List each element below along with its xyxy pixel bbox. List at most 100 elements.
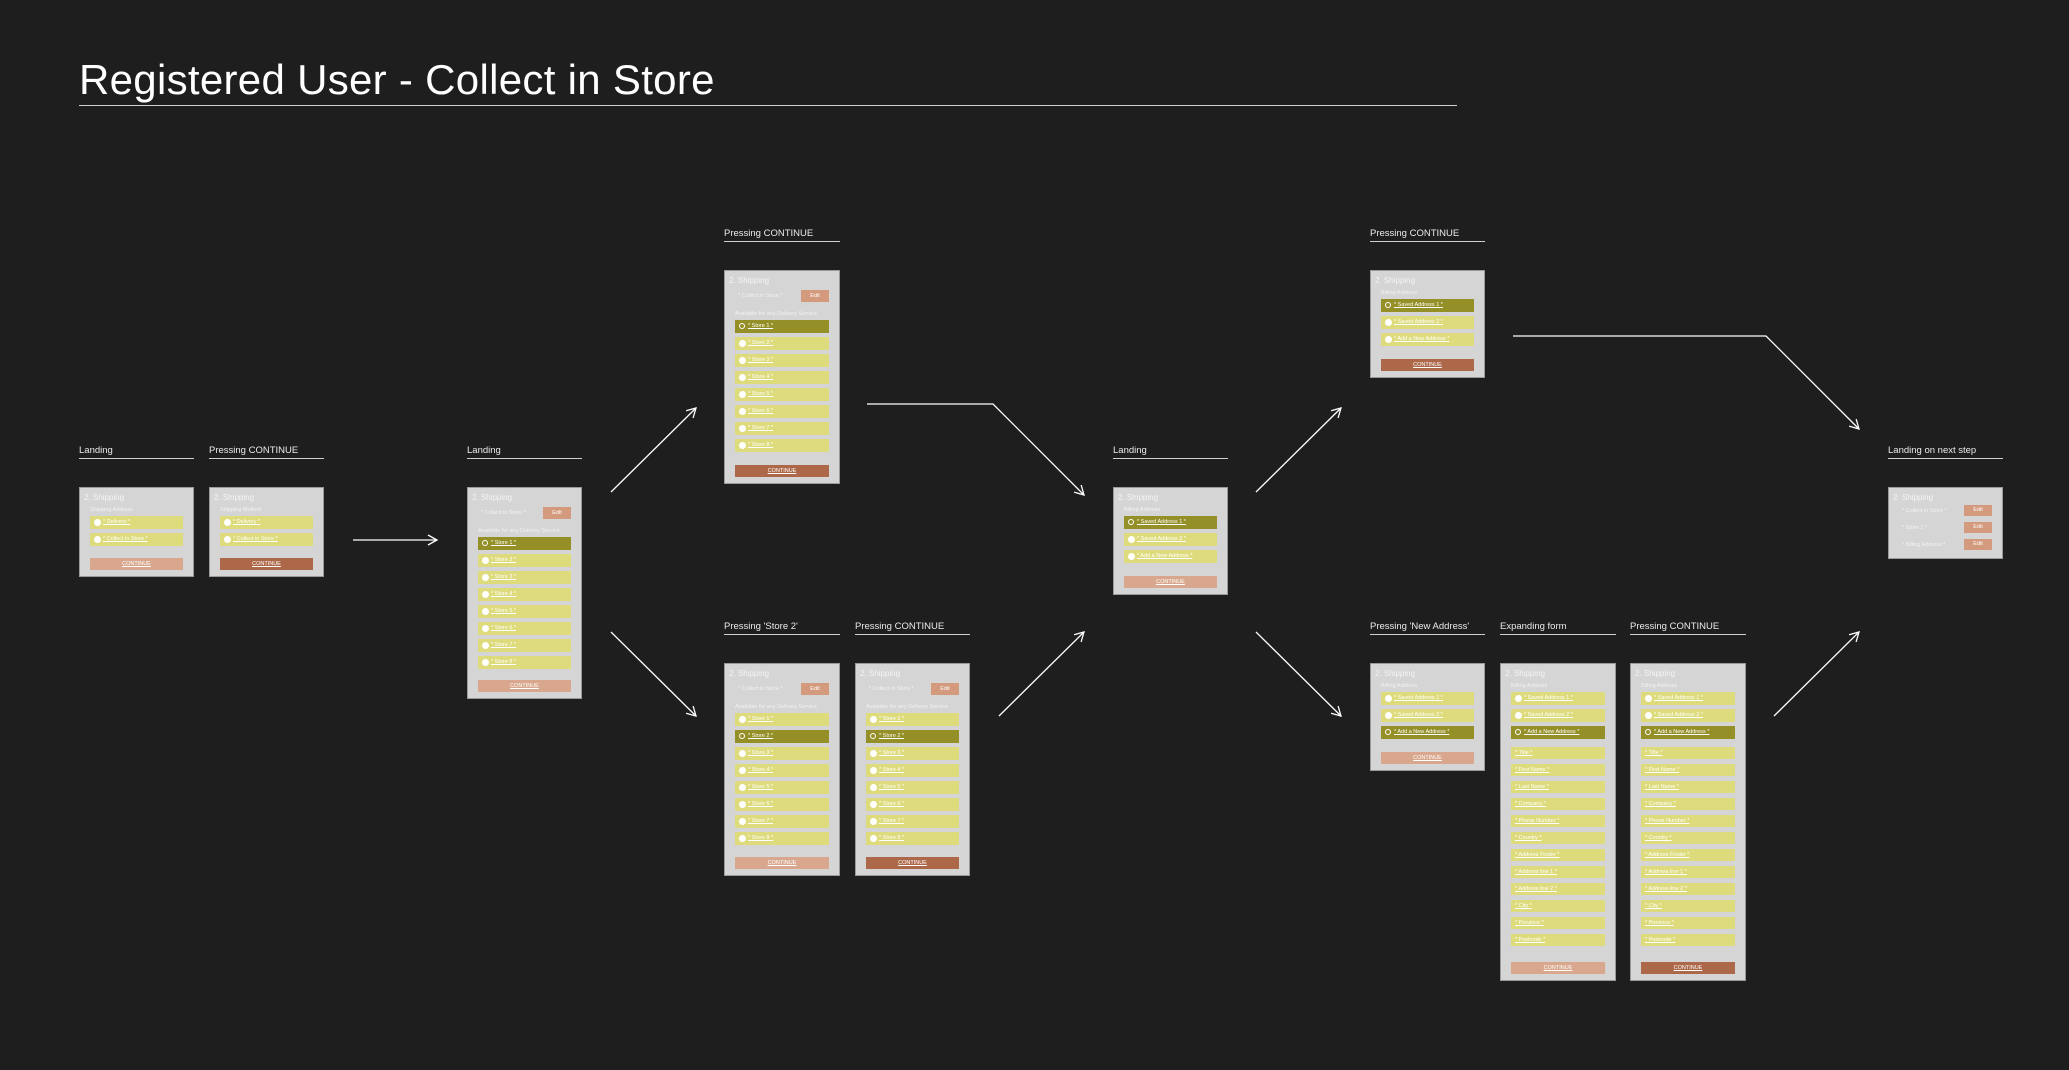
radio-option[interactable]: * Store 5 * [735, 388, 829, 401]
edit-button[interactable]: Edit [1964, 539, 1992, 550]
radio-option[interactable]: * Store 1 * [735, 320, 829, 333]
continue-button[interactable]: CONTINUE [1511, 962, 1605, 974]
radio-option[interactable]: * Store 8 * [735, 439, 829, 452]
screen-frame: 2. Shipping Billing Address * Saved Addres… [1630, 663, 1746, 981]
continue-button[interactable]: CONTINUE [478, 680, 571, 692]
form-field[interactable]: * Last Name * [1511, 781, 1605, 793]
radio-option[interactable]: * Saved Address 2 * [1511, 709, 1605, 722]
radio-option[interactable]: * Store 4 * [735, 371, 829, 384]
edit-button[interactable]: Edit [1964, 522, 1992, 533]
form-field[interactable]: * Phone Number * [1641, 815, 1735, 827]
form-field[interactable]: * Province * [1641, 917, 1735, 929]
continue-button[interactable]: CONTINUE [90, 558, 183, 570]
edit-button[interactable]: Edit [543, 507, 571, 519]
radio-option[interactable]: * Saved Address 2 * [1381, 316, 1474, 329]
radio-option[interactable]: * Saved Address 1 * [1381, 299, 1474, 312]
form-field[interactable]: * Country * [1511, 832, 1605, 844]
radio-option[interactable]: * Store 3 * [866, 747, 959, 760]
form-field[interactable]: * Company * [1511, 798, 1605, 810]
form-field[interactable]: * Address line 1 * [1511, 866, 1605, 878]
form-field[interactable]: * Company * [1641, 798, 1735, 810]
form-field[interactable]: * Title * [1511, 747, 1605, 759]
form-field[interactable]: * First Name * [1641, 764, 1735, 776]
radio-icon [224, 519, 231, 526]
form-field[interactable]: * Address line 2 * [1511, 883, 1605, 895]
radio-icon [739, 340, 746, 347]
form-field[interactable]: * Title * [1641, 747, 1735, 759]
radio-option[interactable]: * Store 5 * [866, 781, 959, 794]
form-field[interactable]: * Postcode * [1511, 934, 1605, 946]
radio-option[interactable]: * Store 7 * [735, 422, 829, 435]
radio-option[interactable]: * Store 3 * [478, 571, 571, 584]
radio-option[interactable]: * Store 2 * [866, 730, 959, 743]
radio-option[interactable]: * Store 2 * [735, 337, 829, 350]
form-field[interactable]: * Address Finder * [1511, 849, 1605, 861]
radio-option[interactable]: * Store 3 * [735, 354, 829, 367]
radio-option[interactable]: * Add a New Address * [1641, 726, 1735, 739]
radio-option[interactable]: * Saved Address 1 * [1381, 692, 1474, 705]
radio-option[interactable]: * Store 1 * [735, 713, 829, 726]
radio-option[interactable]: * Store 2 * [735, 730, 829, 743]
form-field[interactable]: * Country * [1641, 832, 1735, 844]
radio-option[interactable]: * Store 6 * [478, 622, 571, 635]
form-field[interactable]: * City * [1641, 900, 1735, 912]
radio-option[interactable]: * Store 1 * [866, 713, 959, 726]
radio-option[interactable]: * Saved Address 2 * [1124, 533, 1217, 546]
form-field[interactable]: * Address line 2 * [1641, 883, 1735, 895]
radio-option[interactable]: * Store 1 * [478, 537, 571, 550]
continue-button[interactable]: CONTINUE [735, 465, 829, 477]
radio-option[interactable]: * Store 5 * [735, 781, 829, 794]
radio-option[interactable]: * Delivery * [220, 516, 313, 529]
radio-option[interactable]: * Add a New Address * [1381, 333, 1474, 346]
radio-option[interactable]: * Saved Address 2 * [1381, 709, 1474, 722]
radio-option[interactable]: * Saved Address 2 * [1641, 709, 1735, 722]
continue-button[interactable]: CONTINUE [1124, 576, 1217, 588]
radio-option[interactable]: * Store 6 * [866, 798, 959, 811]
radio-option[interactable]: * Store 4 * [478, 588, 571, 601]
form-field-label: * Address line 1 * [1515, 869, 1557, 875]
radio-option[interactable]: * Store 5 * [478, 605, 571, 618]
radio-option[interactable]: * Add a New Address * [1124, 550, 1217, 563]
form-field[interactable]: * First Name * [1511, 764, 1605, 776]
radio-option[interactable]: * Saved Address 1 * [1124, 516, 1217, 529]
continue-button[interactable]: CONTINUE [1381, 359, 1474, 371]
radio-option[interactable]: * Store 8 * [866, 832, 959, 845]
radio-option-label: * Collect in Store * [233, 536, 278, 542]
continue-button[interactable]: CONTINUE [1381, 752, 1474, 764]
radio-option[interactable]: * Saved Address 1 * [1511, 692, 1605, 705]
radio-option[interactable]: * Store 7 * [866, 815, 959, 828]
radio-option[interactable]: * Store 7 * [478, 639, 571, 652]
continue-button[interactable]: CONTINUE [866, 857, 959, 869]
radio-option[interactable]: * Saved Address 1 * [1641, 692, 1735, 705]
radio-option[interactable]: * Store 2 * [478, 554, 571, 567]
continue-button[interactable]: CONTINUE [735, 857, 829, 869]
radio-option[interactable]: * Store 8 * [478, 656, 571, 669]
radio-option[interactable]: * Add a New Address * [1511, 726, 1605, 739]
form-field[interactable]: * Address Finder * [1641, 849, 1735, 861]
radio-option[interactable]: * Store 8 * [735, 832, 829, 845]
screen-frame: 2. Shipping * Collect in Store * Edit Avail… [724, 270, 840, 484]
radio-option[interactable]: * Store 4 * [866, 764, 959, 777]
form-field[interactable]: * Phone Number * [1511, 815, 1605, 827]
form-field[interactable]: * City * [1511, 900, 1605, 912]
edit-button[interactable]: Edit [801, 683, 829, 695]
radio-option[interactable]: * Collect in Store * [90, 533, 183, 546]
form-field[interactable]: * Last Name * [1641, 781, 1735, 793]
radio-option[interactable]: * Collect in Store * [220, 533, 313, 546]
edit-button[interactable]: Edit [801, 290, 829, 302]
radio-option[interactable]: * Store 3 * [735, 747, 829, 760]
radio-option[interactable]: * Store 7 * [735, 815, 829, 828]
continue-button[interactable]: CONTINUE [1641, 962, 1735, 974]
radio-option[interactable]: * Delivery * [90, 516, 183, 529]
radio-option[interactable]: * Store 4 * [735, 764, 829, 777]
radio-option[interactable]: * Store 6 * [735, 798, 829, 811]
form-field[interactable]: * Address line 1 * [1641, 866, 1735, 878]
edit-button[interactable]: Edit [1964, 505, 1992, 516]
continue-button[interactable]: CONTINUE [220, 558, 313, 570]
radio-icon [739, 357, 746, 364]
form-field[interactable]: * Province * [1511, 917, 1605, 929]
edit-button[interactable]: Edit [931, 683, 959, 695]
radio-option[interactable]: * Store 6 * [735, 405, 829, 418]
radio-option[interactable]: * Add a New Address * [1381, 726, 1474, 739]
form-field[interactable]: * Postcode * [1641, 934, 1735, 946]
